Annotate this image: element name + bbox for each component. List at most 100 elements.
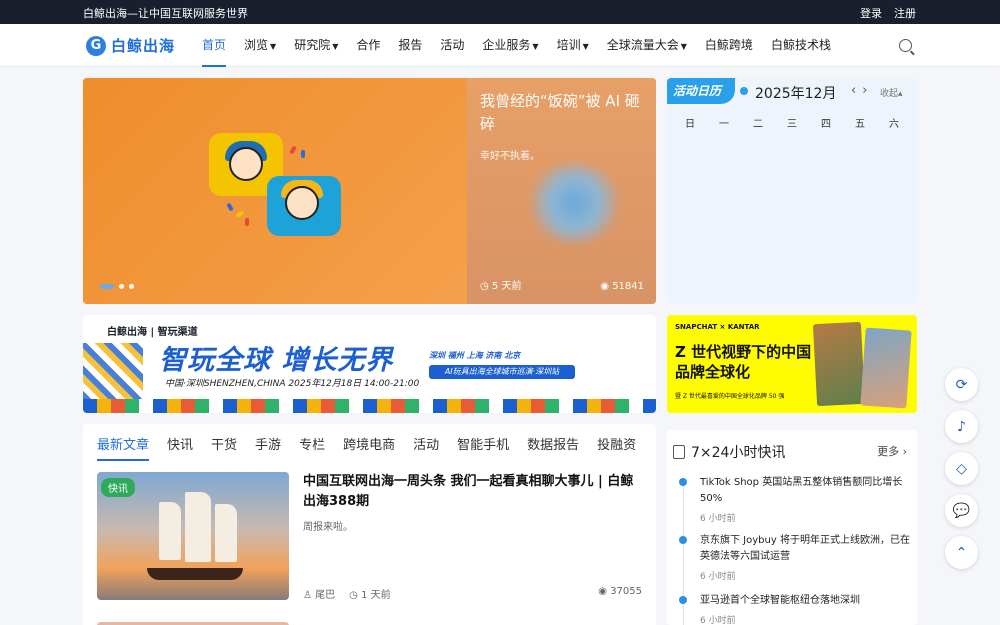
hero-time-text: 5 天前 (491, 281, 522, 292)
news-text[interactable]: TikTok Shop 英国站黑五整体销售额同比增长50% (700, 475, 910, 507)
article-category-badge: 快讯 (101, 478, 135, 497)
search-icon[interactable] (899, 39, 912, 52)
article-tab[interactable]: 干货 (211, 434, 237, 453)
nav-item[interactable]: 白鲸跨境 (705, 24, 753, 67)
banner-tag: AI玩具出海全球城市巡演·深圳站 (429, 365, 575, 379)
caret-down-icon: ▼ (270, 42, 277, 51)
article-card[interactable]: 快讯 中国互联网出海一周头条 我们一起看真相聊大事儿 | 白鲸出海388期 周报… (97, 472, 643, 601)
article-tab[interactable]: 最新文章 (97, 434, 150, 461)
calendar-collapse[interactable]: 收起▴ (880, 86, 903, 99)
nav-item[interactable]: 浏览 ▼ (244, 24, 276, 67)
news-text[interactable]: 京东旗下 Joybuy 将于明年正式上线欧洲，已在英德法等六国试运营 (700, 533, 910, 565)
article-thumbnail[interactable]: 快讯 (97, 472, 289, 600)
nav-item[interactable]: 企业服务 ▼ (482, 24, 538, 67)
calendar-nav-arrows[interactable]: ‹› (851, 83, 873, 98)
confetti (226, 202, 234, 212)
auth-links: 登录 注册 (860, 5, 916, 21)
article-tab[interactable]: 专栏 (299, 434, 325, 453)
news-title: 7×24小时快讯 (691, 445, 786, 461)
tiktok-float-icon[interactable]: ♪ (945, 410, 978, 443)
collapse-label: 收起 (880, 89, 899, 99)
banner-cities: 深圳 福州 上海 济南 北京 (429, 351, 521, 360)
nav-item-label: 首页 (202, 38, 227, 52)
confetti (245, 218, 249, 226)
calendar-badge: 活动日历 (667, 78, 735, 104)
caret-down-icon: ▼ (680, 42, 687, 51)
snap-brands: SNAPCHAT × KANTAR (675, 323, 760, 331)
nav-item-label: 报告 (398, 38, 423, 52)
hero-carousel[interactable]: 我曾经的“饭碗”被 AI 砸碎 幸好不执着。 ◷ 5 天前 ◉ 51841 (83, 78, 656, 304)
nav-item[interactable]: 首页 (202, 24, 227, 67)
article-feed: 快讯 中国互联网出海一周头条 我们一起看真相聊大事儿 | 白鲸出海388期 周报… (83, 462, 656, 625)
article-author[interactable]: ♙ 尾巴 (303, 586, 335, 601)
nav-item[interactable]: 报告 (398, 24, 422, 67)
site-logo[interactable]: G 白鲸出海 (86, 35, 175, 56)
article-title[interactable]: 中国互联网出海一周头条 我们一起看真相聊大事儿 | 白鲸出海388期 (303, 472, 643, 512)
logo-text: 白鲸出海 (111, 37, 176, 55)
news-item[interactable]: TikTok Shop 英国站黑五整体销售额同比增长50% 6 小时前 (679, 475, 910, 524)
nav-item[interactable]: 白鲸技术栈 (771, 24, 831, 67)
news-item[interactable]: 亚马逊首个全球智能枢纽仓落地深圳 6 小时前 (679, 593, 910, 625)
confetti (289, 145, 297, 155)
snap-photo (812, 321, 866, 407)
hero-title[interactable]: 我曾经的“饭碗”被 AI 砸碎 (480, 90, 650, 136)
nav-item-label: 全球流量大会 (606, 38, 679, 52)
timeline-bullet-icon (679, 536, 687, 544)
calendar-dot-icon (740, 87, 748, 95)
document-icon (673, 445, 685, 459)
carousel-dot[interactable] (129, 284, 134, 289)
weekday-label: 一 (719, 119, 729, 130)
hero-info[interactable]: 我曾经的“饭碗”被 AI 砸碎 幸好不执着。 ◷ 5 天前 ◉ 51841 (467, 78, 656, 304)
snapchat-kantar-banner[interactable]: SNAPCHAT × KANTAR Z 世代视野下的中国品牌全球化 暨 Z 世代… (667, 315, 917, 413)
author-name: 尾巴 (315, 590, 336, 601)
article-tab[interactable]: 活动 (413, 434, 439, 453)
news-text[interactable]: 亚马逊首个全球智能枢纽仓落地深圳 (700, 593, 910, 609)
nav-item-label: 浏览 (244, 38, 269, 52)
timeline-bullet-icon (679, 478, 687, 486)
weekday-label: 日 (685, 119, 695, 130)
nav-item[interactable]: 全球流量大会 ▼ (607, 24, 687, 67)
nav-item[interactable]: 培训 ▼ (557, 24, 589, 67)
site-slogan: 白鲸出海—让中国互联网服务世界 (83, 7, 248, 20)
article-tab[interactable]: 跨境电商 (343, 434, 395, 453)
article-tab[interactable]: 智能手机 (457, 434, 509, 453)
article-time: ◷ 1 天前 (349, 590, 391, 601)
event-banner[interactable]: 白鲸出海 | 智玩渠道 智玩全球 增长无界 中国·深圳SHENZHEN,CHIN… (83, 315, 656, 413)
live-news-panel: 7×24小时快讯 更多 › TikTok Shop 英国站黑五整体销售额同比增长… (667, 430, 917, 625)
news-item[interactable]: 京东旗下 Joybuy 将于明年正式上线欧洲，已在英德法等六国试运营 6 小时前 (679, 533, 910, 582)
timeline-bullet-icon (679, 596, 687, 604)
article-tab[interactable]: 快讯 (167, 434, 193, 453)
article-tab[interactable]: 数据报告 (527, 434, 579, 453)
nav-item[interactable]: 合作 (356, 24, 380, 67)
banner-pattern-strip (83, 399, 656, 413)
article-time-text: 1 天前 (361, 590, 391, 601)
nav-item[interactable]: 研究院 ▼ (294, 24, 338, 67)
article-tab[interactable]: 投融资 (597, 434, 636, 453)
nav-menu: 首页 浏览 ▼ 研究院 ▼ 合作 报告 活动 企业服务 ▼ 培训 ▼ 全球流量大会 ▼ 白鲸跨境 白鲸技术栈 (202, 24, 849, 67)
article-desc: 周报来啦。 (303, 522, 353, 533)
hero-illustration (83, 78, 467, 304)
ship-hull (147, 568, 243, 580)
caret-down-icon: ▼ (532, 42, 539, 51)
carousel-dot[interactable] (119, 284, 124, 289)
chat-float-icon[interactable]: 💬 (945, 494, 978, 527)
nav-item[interactable]: 活动 (440, 24, 464, 67)
snap-headline: Z 世代视野下的中国品牌全球化 (675, 343, 812, 381)
back-to-top-icon[interactable]: ⌃ (945, 536, 978, 569)
nav-item-label: 合作 (356, 38, 381, 52)
register-link[interactable]: 注册 (894, 5, 916, 21)
article-tab[interactable]: 手游 (255, 434, 281, 453)
snap-footer: 暨 Z 世代最喜爱的中国全球化品牌 50 强 (675, 393, 785, 400)
carousel-dot[interactable] (100, 284, 114, 289)
calendar-month: 2025年12月 (755, 86, 837, 102)
carousel-dots (100, 284, 134, 289)
article-tabs: 最新文章 快讯 干货 手游 专栏 跨境电商 活动 智能手机 数据报告 投融资 (83, 424, 656, 462)
article-meta: ♙ 尾巴 ◷ 1 天前 (303, 586, 391, 601)
diamond-float-icon[interactable]: ◇ (945, 452, 978, 485)
article-views-count: 37055 (610, 586, 642, 597)
hero-time: ◷ 5 天前 (480, 281, 522, 292)
refresh-float-icon[interactable]: ⟳ (945, 368, 978, 401)
login-link[interactable]: 登录 (860, 5, 882, 21)
news-more-link[interactable]: 更多 › (877, 443, 907, 459)
hero-subtitle: 幸好不执着。 (480, 151, 540, 162)
